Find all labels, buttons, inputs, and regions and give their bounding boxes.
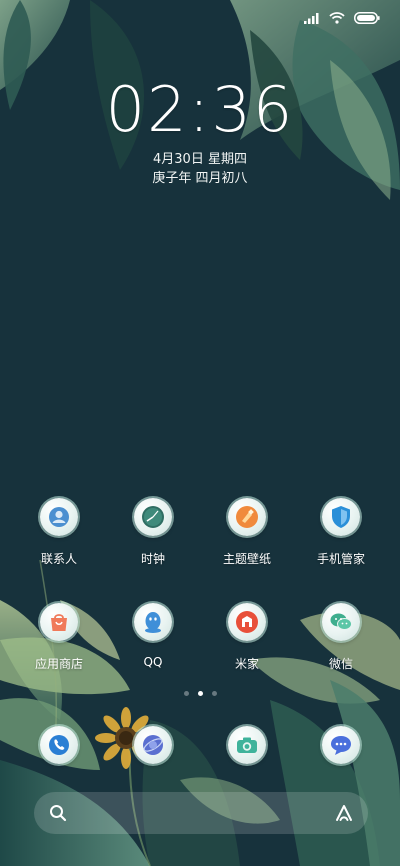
dock-browser[interactable] xyxy=(103,726,203,764)
app-store[interactable]: 应用商店 xyxy=(9,603,109,672)
page-dot[interactable] xyxy=(211,691,217,696)
app-label: QQ xyxy=(143,655,163,669)
wechat-icon xyxy=(322,603,360,641)
camera-icon xyxy=(228,726,266,764)
dock-camera[interactable] xyxy=(197,726,297,764)
app-label: 时钟 xyxy=(140,552,165,566)
date-label: 4月30日 星期四 xyxy=(153,152,247,167)
app-label: 应用商店 xyxy=(34,657,83,671)
page-indicator xyxy=(0,691,400,696)
app-themes[interactable]: 主题壁纸 xyxy=(197,498,297,567)
clock-icon xyxy=(134,498,172,536)
app-label: 主题壁纸 xyxy=(222,552,271,566)
lunar-date-label: 庚子年 四月初八 xyxy=(152,171,248,186)
app-security[interactable]: 手机管家 xyxy=(291,498,391,567)
app-contacts[interactable]: 联系人 xyxy=(9,498,109,567)
status-bar xyxy=(304,10,380,26)
themes-icon xyxy=(228,498,266,536)
signal-icon xyxy=(304,13,319,24)
contacts-icon xyxy=(40,498,78,536)
assistant-icon[interactable] xyxy=(334,803,354,823)
dock-phone[interactable] xyxy=(9,726,109,764)
app-mi-home[interactable]: 米家 xyxy=(197,603,297,672)
app-label: 米家 xyxy=(234,657,259,671)
search-bar[interactable] xyxy=(34,792,368,834)
page-dot[interactable] xyxy=(183,691,189,696)
app-clock[interactable]: 时钟 xyxy=(103,498,203,567)
phone-icon xyxy=(40,726,78,764)
battery-icon xyxy=(354,12,380,24)
app-label: 微信 xyxy=(328,657,353,671)
mi-home-icon xyxy=(228,603,266,641)
browser-icon xyxy=(134,726,172,764)
search-icon[interactable] xyxy=(48,803,68,823)
app-qq[interactable]: QQ xyxy=(103,603,203,669)
qq-icon xyxy=(134,603,172,641)
page-dot-active[interactable] xyxy=(197,691,203,696)
wifi-icon xyxy=(329,12,345,24)
security-icon xyxy=(322,498,360,536)
app-store-icon xyxy=(40,603,78,641)
dock-messages[interactable] xyxy=(291,726,391,764)
app-label: 联系人 xyxy=(40,552,77,566)
messages-icon xyxy=(322,726,360,764)
clock-time: 02:36 xyxy=(105,73,295,146)
app-wechat[interactable]: 微信 xyxy=(291,603,391,672)
app-label: 手机管家 xyxy=(316,552,365,566)
